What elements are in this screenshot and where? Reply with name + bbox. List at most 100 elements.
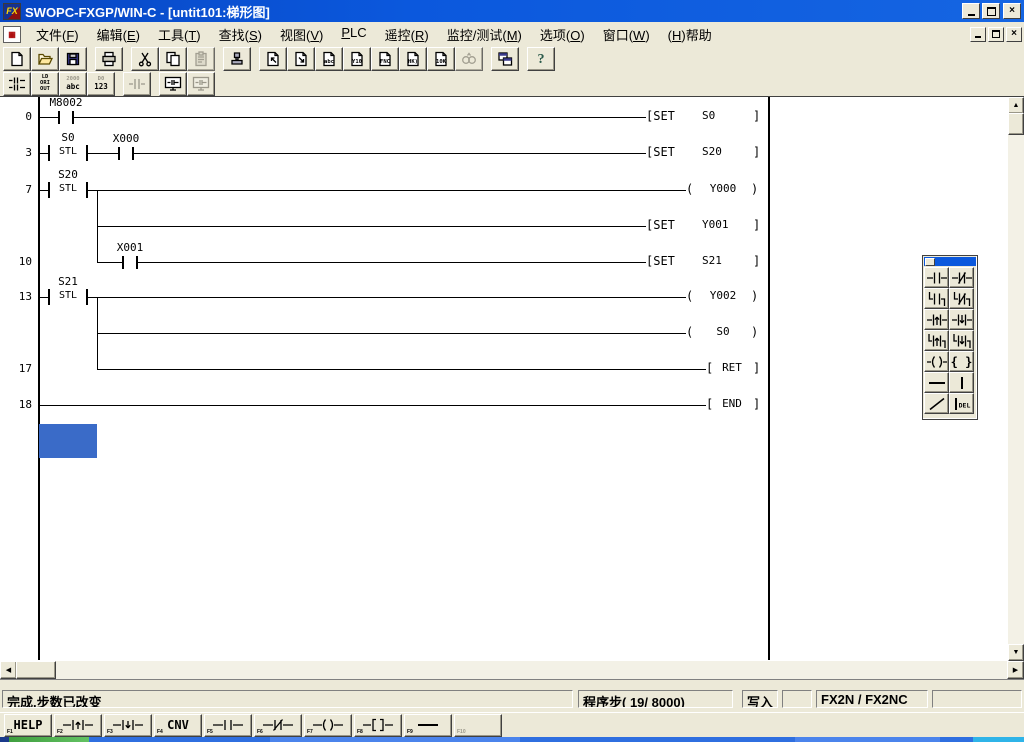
palette-or-nc-contact-button[interactable] (949, 288, 974, 309)
taskbar-task-2[interactable] (795, 737, 940, 742)
toolbar-register-view-button[interactable]: D0123 (87, 72, 115, 96)
toolbar-monitor-start-button[interactable] (159, 72, 187, 96)
svg-text:FNC: FNC (380, 59, 390, 65)
fkey-f4-button[interactable]: F4CNV (154, 714, 202, 737)
function-key-bar: F1HELPF2F3F4CNVF5F6F7F8F9F10 (0, 712, 1024, 737)
toolbar-device-y10-button[interactable]: Y10 (343, 47, 371, 71)
close-button[interactable]: × (1003, 3, 1021, 19)
vertical-scroll-thumb[interactable] (1008, 113, 1024, 135)
start-button-top[interactable] (9, 737, 89, 742)
horizontal-line-icon (927, 376, 947, 390)
toolbar-zoom-out-page-button[interactable] (259, 47, 287, 71)
step-number: 3 (6, 146, 32, 159)
zoom-in-page-icon (293, 51, 309, 67)
output-operand: S20 (702, 145, 722, 158)
palette-delete-diagonal-button[interactable] (924, 393, 949, 414)
menu-item-plc[interactable]: PLC (332, 23, 375, 46)
menu-item-search[interactable]: 查找(S) (210, 23, 271, 46)
open-icon (37, 51, 53, 67)
scroll-right-button[interactable]: ▶ (1007, 661, 1024, 679)
svg-text:DEL: DEL (958, 401, 970, 409)
fkey-f8-button[interactable]: F8 (354, 714, 402, 737)
toolbar-comment-button[interactable]: abc (315, 47, 343, 71)
toolbar-stamp-button[interactable] (223, 47, 251, 71)
toolbar-help-button[interactable]: ? (527, 47, 555, 71)
tool-palette-system-button[interactable] (925, 258, 935, 266)
mdi-restore-button[interactable] (988, 27, 1004, 42)
scroll-up-button[interactable]: ▲ (1008, 97, 1024, 114)
taskbar-task-1[interactable] (270, 737, 520, 742)
menu-item-file[interactable]: 文件(F) (27, 23, 88, 46)
mdi-close-button[interactable]: × (1006, 27, 1022, 42)
fkey-f1-button[interactable]: F1HELP (4, 714, 52, 737)
toolbar-zoom-in-page-button[interactable] (287, 47, 315, 71)
toolbar-function-fnc-button[interactable]: FNC (371, 47, 399, 71)
taskbar-edge (0, 737, 9, 742)
or-pulse-down-contact-icon (952, 334, 972, 348)
menu-item-window[interactable]: 窗口(W) (594, 23, 659, 46)
fkey-fn-label: F2 (57, 729, 63, 735)
or-no-contact-icon (927, 292, 947, 306)
horizontal-scroll-thumb[interactable] (16, 661, 56, 679)
fkey-f6-button[interactable]: F6 (254, 714, 302, 737)
step-number: 13 (6, 290, 32, 303)
palette-application-instruction-button[interactable]: { } (949, 351, 974, 372)
palette-delete-vertical-button[interactable]: DEL (949, 393, 974, 414)
toolbar-contact-hk-button[interactable]: HK) (399, 47, 427, 71)
toolbar-constant-10k-button[interactable]: 10K (427, 47, 455, 71)
palette-pulse-up-contact-button[interactable] (924, 309, 949, 330)
zoom-out-page-icon (265, 51, 281, 67)
fkey-f3-button[interactable]: F3 (104, 714, 152, 737)
menu-item-remote[interactable]: 遥控(R) (376, 23, 438, 46)
device-y10-icon: Y10 (349, 51, 365, 67)
restore-button[interactable] (982, 3, 1000, 19)
fkey-f5-button[interactable]: F5 (204, 714, 252, 737)
minimize-button[interactable] (962, 3, 980, 19)
toolbar-save-button[interactable] (59, 47, 87, 71)
constant-10k-icon: 10K (433, 51, 449, 67)
taskbar-tray-top (973, 737, 1024, 742)
toolbar-new-button[interactable] (3, 47, 31, 71)
toolbar-comment-view-button[interactable]: 2000abc (59, 72, 87, 96)
toolbar-copy-button[interactable] (159, 47, 187, 71)
palette-vertical-line-button[interactable] (949, 372, 974, 393)
palette-or-no-contact-button[interactable] (924, 288, 949, 309)
device-label: S0 (36, 131, 100, 144)
application-instruction-icon: { } (951, 353, 973, 371)
menu-item-monitor-test[interactable]: 监控/测试(M) (438, 23, 531, 46)
toolbar-cut-button[interactable] (131, 47, 159, 71)
palette-or-pulse-up-contact-button[interactable] (924, 330, 949, 351)
document-icon[interactable]: ▦ (3, 26, 21, 43)
find-icon (461, 51, 477, 67)
menu-item-edit[interactable]: 编辑(E) (88, 23, 149, 46)
pulse-down-contact-icon (952, 313, 972, 327)
toolbar-print-button[interactable] (95, 47, 123, 71)
toolbar-cascade-button[interactable] (491, 47, 519, 71)
menu-item-help[interactable]: (H)帮助 (659, 23, 721, 46)
fkey-f9-button[interactable]: F9 (404, 714, 452, 737)
menu-item-options[interactable]: 选项(O) (531, 23, 594, 46)
output-operand: Y002 (696, 289, 750, 302)
fkey-f7-button[interactable]: F7 (304, 714, 352, 737)
menu-item-view[interactable]: 视图(V) (271, 23, 332, 46)
tool-palette-titlebar[interactable] (924, 257, 976, 266)
scroll-left-button[interactable]: ◀ (0, 661, 17, 679)
vertical-scrollbar[interactable]: ▲ ▼ (1008, 97, 1024, 661)
toolbar-instruction-view-button[interactable]: LDORIOUT (31, 72, 59, 96)
menu-item-tools[interactable]: 工具(T) (149, 23, 210, 46)
scroll-down-button[interactable]: ▼ (1008, 644, 1024, 661)
edit-cursor[interactable] (39, 424, 97, 458)
palette-horizontal-line-button[interactable] (924, 372, 949, 393)
horizontal-scrollbar[interactable]: ◀ ▶ (0, 661, 1024, 679)
fkey-f2-button[interactable]: F2 (54, 714, 102, 737)
toolbar-open-button[interactable] (31, 47, 59, 71)
palette-or-pulse-down-contact-button[interactable] (949, 330, 974, 351)
toolbar-ladder-view-button[interactable] (3, 72, 31, 96)
palette-nc-contact-button[interactable] (949, 267, 974, 288)
ladder-diagram-canvas[interactable]: 0M8002[SETS0]3STLS0X000[SETS20]7STLS20(Y… (0, 96, 1008, 661)
palette-pulse-down-contact-button[interactable] (949, 309, 974, 330)
pulse-up-contact-icon (927, 313, 947, 327)
palette-coil-button[interactable] (924, 351, 949, 372)
mdi-minimize-button[interactable] (970, 27, 986, 42)
palette-no-contact-button[interactable] (924, 267, 949, 288)
